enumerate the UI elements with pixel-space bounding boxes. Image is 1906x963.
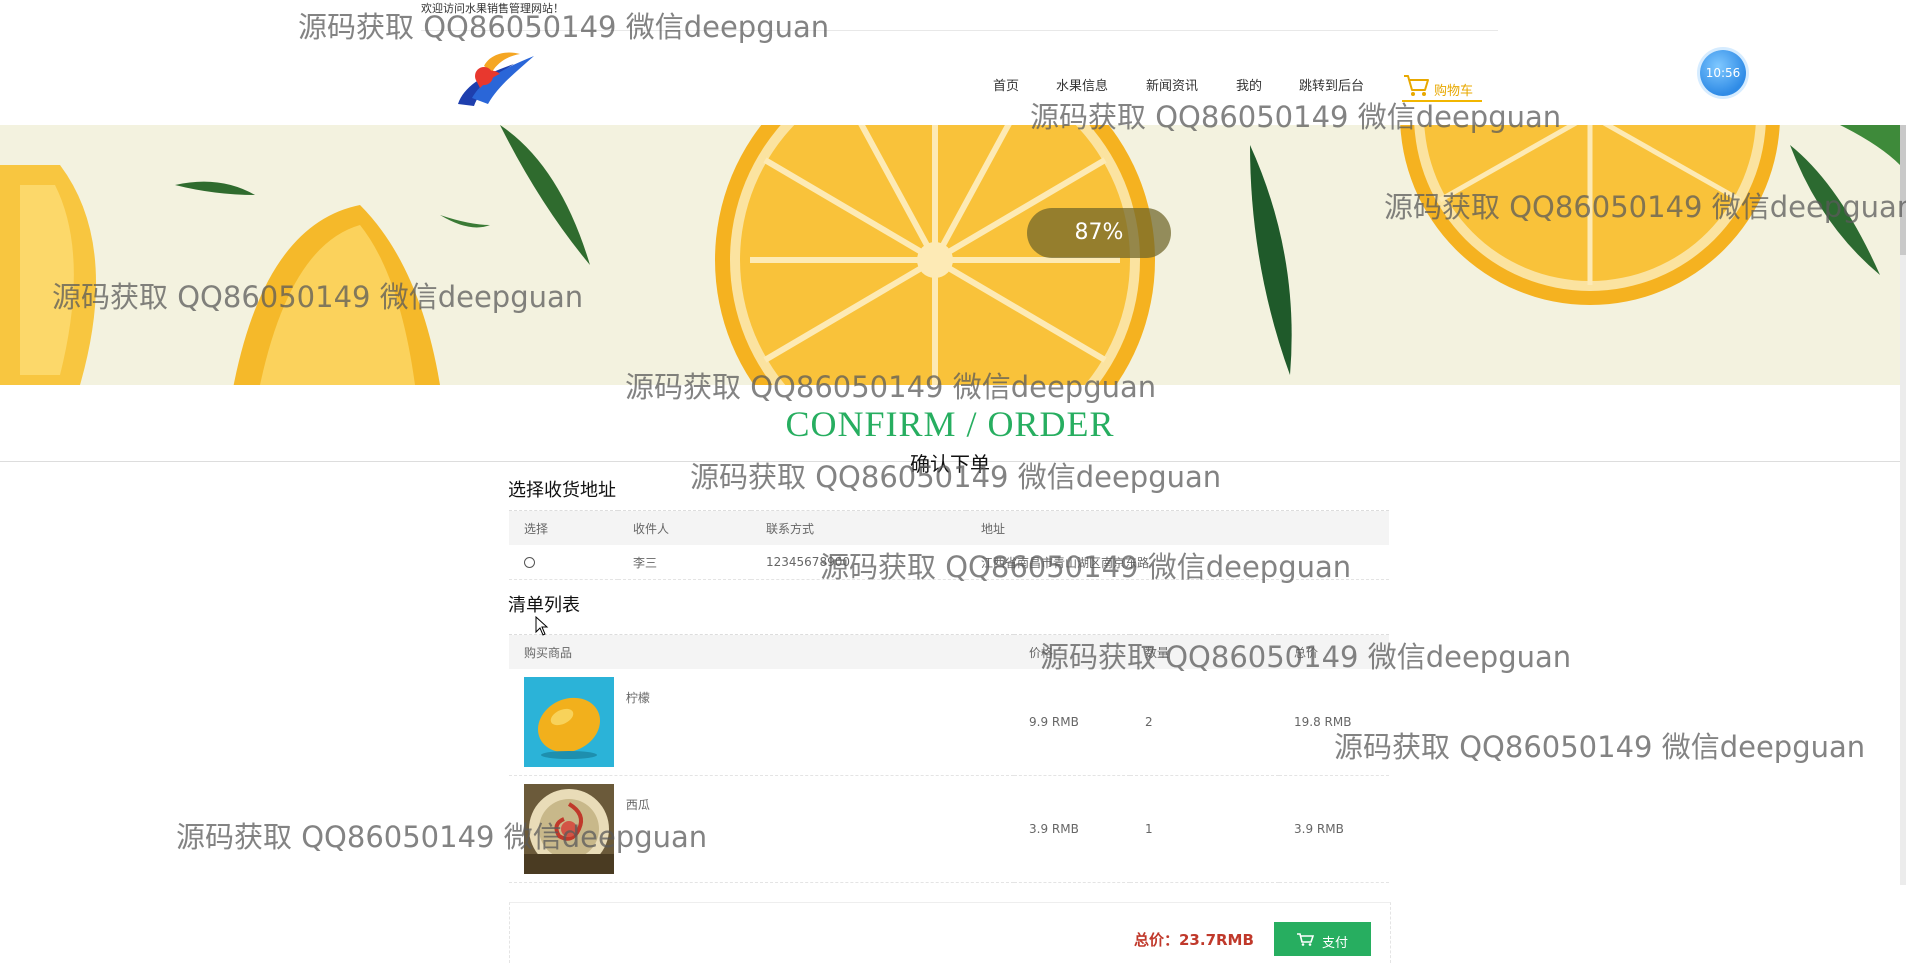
pay-label: 支付 — [1322, 936, 1349, 951]
nav-admin[interactable]: 跳转到后台 — [1299, 75, 1364, 94]
order-section-title: 清单列表 — [508, 595, 580, 616]
page-subtitle: 确认下单 — [910, 452, 990, 476]
cart-icon — [1297, 933, 1314, 946]
cart-button[interactable]: 购物车 — [1402, 72, 1482, 102]
col-qty: 数量 — [1130, 634, 1279, 669]
product-cell: 柠檬 — [509, 669, 1014, 776]
scrollbar-thumb[interactable] — [1900, 125, 1906, 255]
address-radio[interactable] — [524, 557, 535, 568]
product-qty: 1 — [1130, 775, 1279, 883]
site-logo[interactable] — [454, 46, 538, 112]
loading-progress: 87% — [1027, 208, 1171, 258]
col-phone: 联系方式 — [751, 510, 966, 545]
welcome-text: 欢迎访问水果销售管理网站！ — [421, 2, 564, 15]
col-total: 总价 — [1279, 634, 1389, 669]
orange-banner-image — [0, 125, 1900, 385]
recipient-name: 李三 — [618, 545, 751, 580]
recipient-phone: 12345678900 — [751, 545, 966, 580]
product-total: 19.8 RMB — [1279, 669, 1389, 776]
header-divider — [421, 30, 1498, 31]
product-total: 3.9 RMB — [1279, 775, 1389, 883]
order-total: 总价：23.7RMB — [1134, 931, 1254, 949]
col-product: 购买商品 — [509, 634, 1014, 669]
table-header-row: 购买商品 价格 数量 总价 — [509, 634, 1389, 669]
order-table: 购买商品 价格 数量 总价 柠檬 9.9 RMB 2 19.8 RMB 西瓜 3… — [509, 634, 1389, 883]
table-row[interactable]: 李三 12345678900 江西省南昌市青山湖区南京东路 — [509, 545, 1389, 580]
nav-news[interactable]: 新闻资讯 — [1146, 75, 1198, 94]
product-price: 3.9 RMB — [1014, 775, 1130, 883]
table-header-row: 选择 收件人 联系方式 地址 — [509, 510, 1389, 545]
product-name: 西瓜 — [625, 798, 650, 812]
address-section-title: 选择收货地址 — [508, 480, 616, 501]
cart-label: 购物车 — [1434, 84, 1474, 99]
product-price: 9.9 RMB — [1014, 669, 1130, 776]
nav-fruit-info[interactable]: 水果信息 — [1056, 75, 1108, 94]
clock-widget: 10:56 — [1700, 50, 1746, 96]
cart-icon — [1404, 75, 1429, 96]
col-address: 地址 — [966, 510, 1389, 545]
page-title: CONFIRM / ORDER — [785, 404, 1115, 444]
recipient-address: 江西省南昌市青山湖区南京东路 — [966, 545, 1389, 580]
pay-button[interactable]: 支付 — [1274, 922, 1371, 956]
lemon-image[interactable] — [524, 677, 614, 767]
table-row: 柠檬 9.9 RMB 2 19.8 RMB — [509, 669, 1389, 776]
nav-mine[interactable]: 我的 — [1236, 75, 1262, 94]
nav-home[interactable]: 首页 — [993, 75, 1019, 94]
watermark-text: 源码获取 QQ86050149 微信deepguan — [1334, 730, 1866, 764]
address-select-cell[interactable] — [509, 545, 618, 580]
product-qty: 2 — [1130, 669, 1279, 776]
watermelon-image[interactable] — [524, 784, 614, 874]
col-select: 选择 — [509, 510, 618, 545]
mouse-cursor-icon — [535, 616, 549, 636]
table-row: 西瓜 3.9 RMB 1 3.9 RMB — [509, 775, 1389, 883]
product-name: 柠檬 — [625, 691, 650, 705]
col-recipient: 收件人 — [618, 510, 751, 545]
address-table: 选择 收件人 联系方式 地址 李三 12345678900 江西省南昌市青山湖区… — [509, 510, 1389, 580]
page-scrollbar[interactable] — [1900, 125, 1906, 885]
product-cell: 西瓜 — [509, 775, 1014, 883]
col-price: 价格 — [1014, 634, 1130, 669]
hero-banner — [0, 125, 1900, 385]
